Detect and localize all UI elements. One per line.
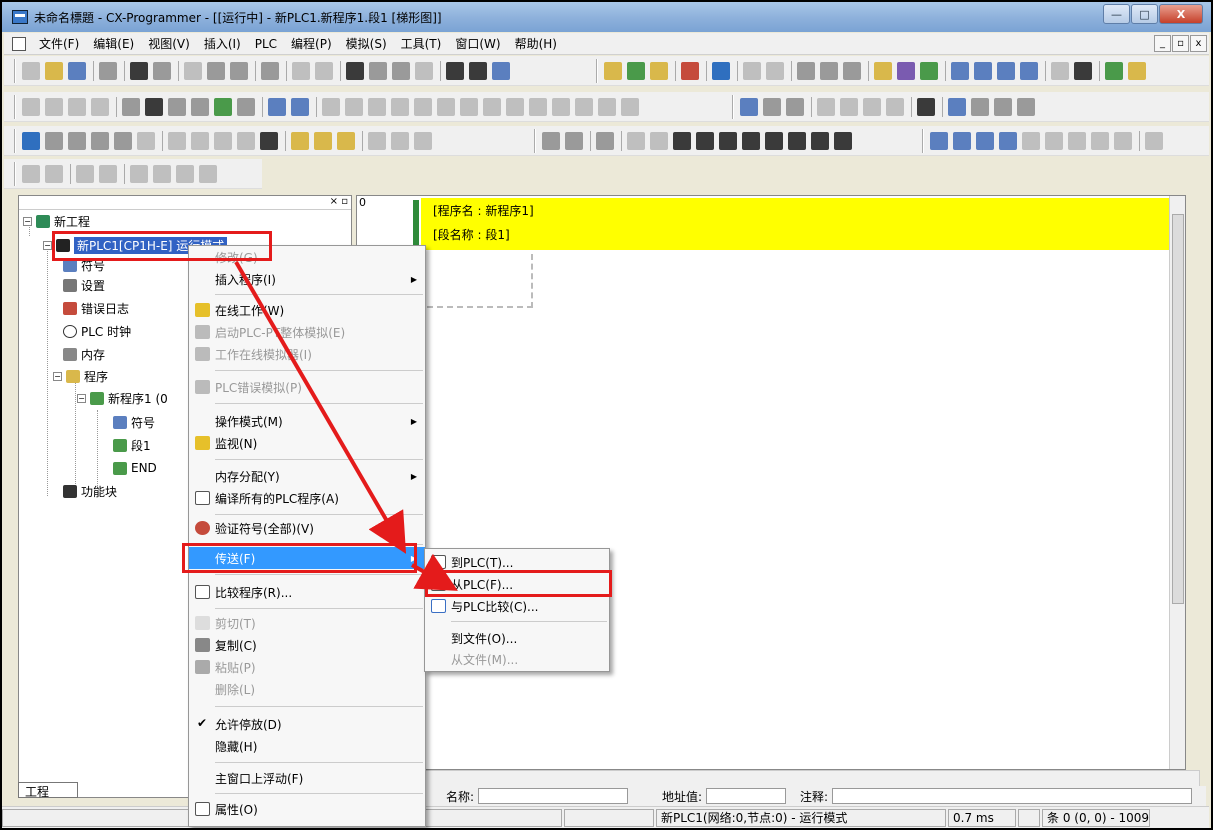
annotation-arrow (411, 553, 458, 591)
annotation-arrow (234, 260, 407, 554)
annotation-arrows (234, 260, 458, 591)
